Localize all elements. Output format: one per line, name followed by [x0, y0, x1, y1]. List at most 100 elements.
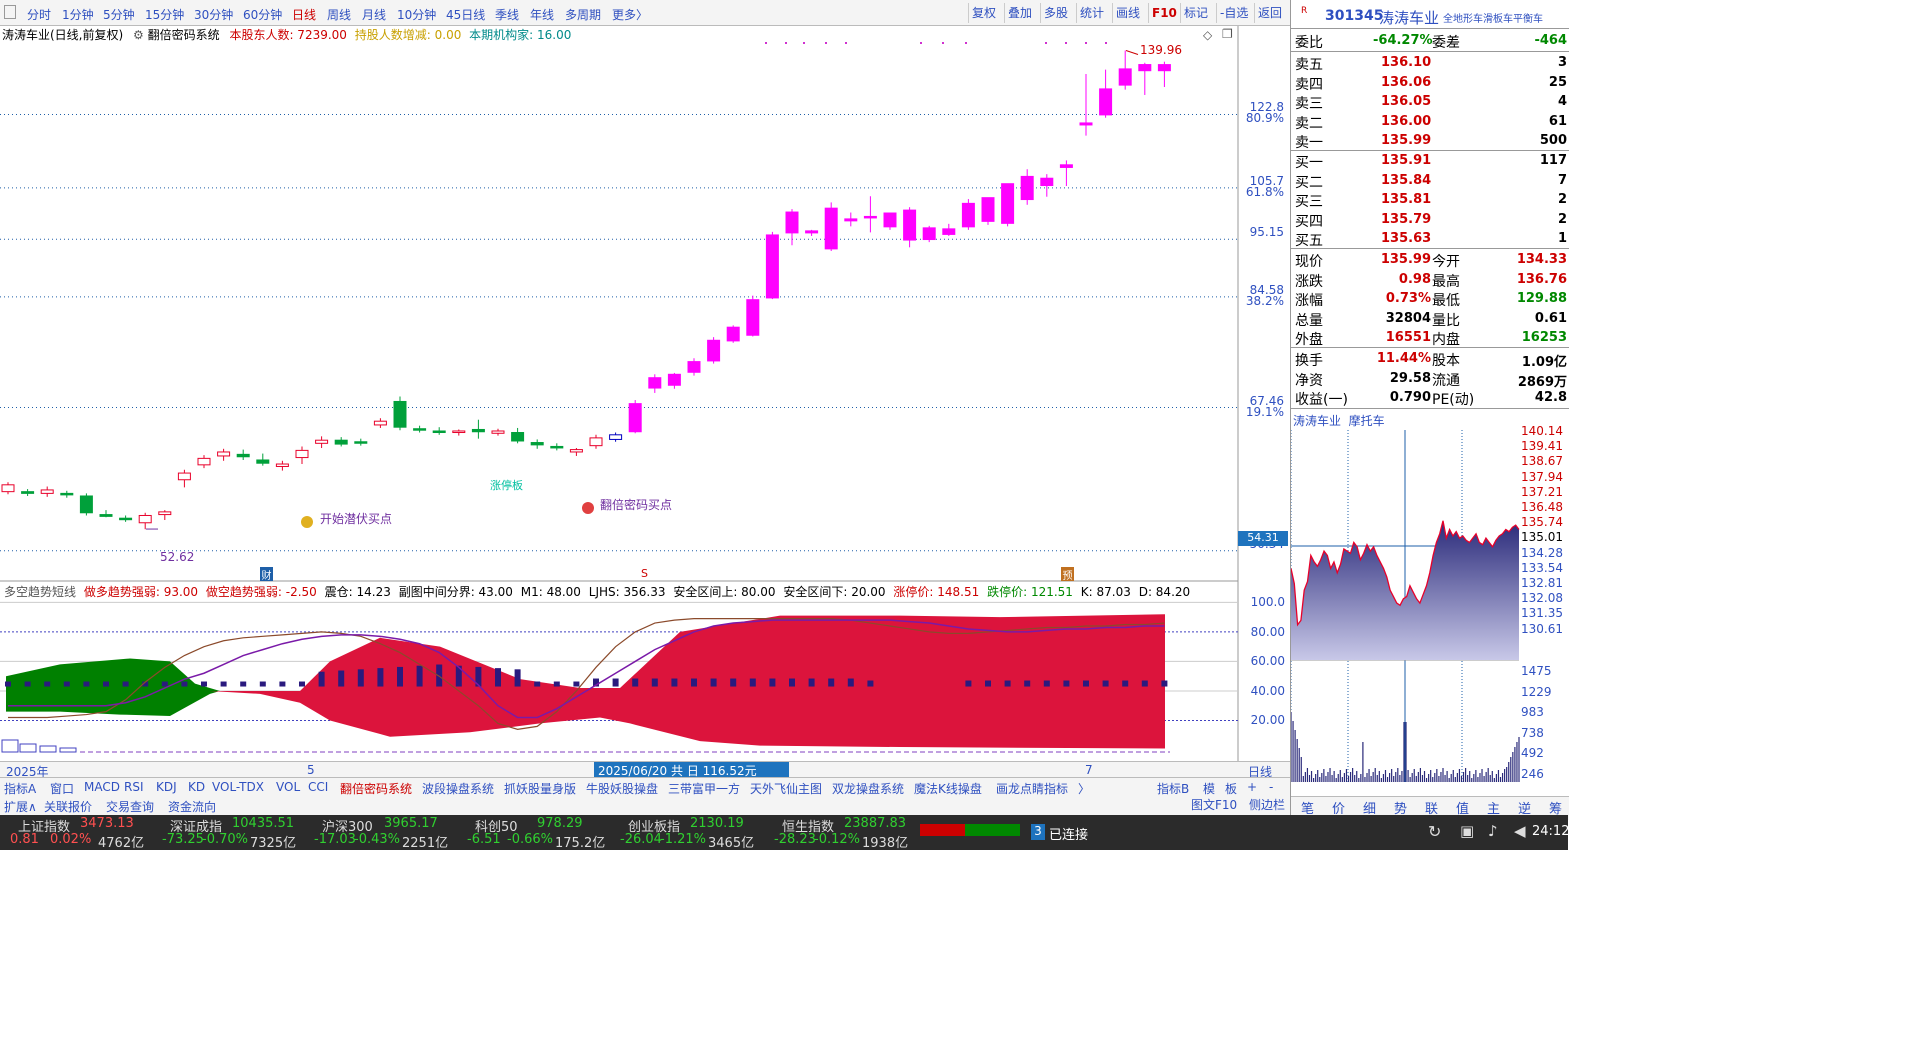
- tab-indicator-19[interactable]: 指标B: [1157, 780, 1189, 797]
- tab-indicator-16[interactable]: 魔法K线操盘: [914, 780, 982, 797]
- buy-row-1[interactable]: 买一 135.91 117: [1291, 151, 1569, 171]
- tab-indicator-1[interactable]: 窗口: [50, 780, 74, 797]
- tab-fund-flow[interactable]: 资金流向: [168, 798, 216, 815]
- candle-body[interactable]: [903, 209, 917, 241]
- candle-body[interactable]: [373, 420, 387, 426]
- candle-body[interactable]: [1157, 64, 1171, 72]
- tab-trade-query[interactable]: 交易查询: [106, 798, 154, 815]
- period-60min[interactable]: 60分钟: [243, 6, 282, 23]
- candle-body[interactable]: [667, 373, 681, 386]
- overlay-button[interactable]: 叠加: [1004, 3, 1035, 23]
- tab-sidebar[interactable]: 侧边栏: [1249, 796, 1285, 813]
- candle-body[interactable]: [530, 442, 544, 446]
- chart-area[interactable]: 涛涛车业(日线,前复权) ⚙ 翻倍密码系统 本股东人数: 7239.00 持股人…: [0, 26, 1290, 779]
- tab-indicator-21[interactable]: 板: [1225, 780, 1237, 797]
- candle-body[interactable]: [648, 377, 662, 389]
- candle-body[interactable]: [236, 453, 250, 458]
- candle-body[interactable]: [883, 212, 897, 228]
- candle-body[interactable]: [981, 197, 995, 222]
- candle-body[interactable]: [413, 428, 427, 431]
- tab-indicator-2[interactable]: MACD: [84, 780, 120, 794]
- candle-body[interactable]: [746, 299, 760, 336]
- sell-row-2[interactable]: 卖二 136.00 61: [1291, 112, 1569, 132]
- candle-body[interactable]: [60, 492, 74, 496]
- menu-icon[interactable]: [4, 5, 16, 19]
- buy-row-4[interactable]: 买四 135.79 2: [1291, 210, 1569, 230]
- candle-body[interactable]: [1059, 164, 1073, 168]
- refresh-icon[interactable]: ↻: [1428, 822, 1441, 841]
- tab-indicator-4[interactable]: KDJ: [156, 780, 177, 794]
- candle-body[interactable]: [726, 326, 740, 342]
- diamond-icon[interactable]: ◇: [1203, 28, 1212, 42]
- speaker-icon[interactable]: ◀: [1514, 822, 1526, 840]
- candle-body[interactable]: [295, 449, 309, 459]
- tab-indicator-22[interactable]: +: [1247, 780, 1257, 794]
- candle-body[interactable]: [315, 439, 329, 444]
- candle-body[interactable]: [707, 339, 721, 362]
- mark-button[interactable]: 标记: [1180, 3, 1211, 23]
- candle-body[interactable]: [844, 218, 858, 222]
- candle-body[interactable]: [354, 441, 368, 444]
- sell-row-3[interactable]: 卖三 136.05 4: [1291, 92, 1569, 112]
- f10-button[interactable]: F10: [1148, 3, 1180, 23]
- period-year[interactable]: 年线: [530, 6, 554, 23]
- candle-body[interactable]: [158, 511, 172, 516]
- stats-button[interactable]: 统计: [1076, 3, 1107, 23]
- bell-icon[interactable]: ♪: [1488, 822, 1498, 840]
- s-marker[interactable]: S: [641, 567, 648, 580]
- tab-indicator-12[interactable]: 牛股妖股操盘: [586, 780, 658, 797]
- period-week[interactable]: 周线: [327, 6, 351, 23]
- restore-icon[interactable]: ❐: [1222, 27, 1233, 41]
- tab-indicator-13[interactable]: 三带富甲一方: [668, 780, 740, 797]
- candle-body[interactable]: [687, 361, 701, 373]
- tab-indicator-10[interactable]: 波段操盘系统: [422, 780, 494, 797]
- candle-body[interactable]: [824, 207, 838, 250]
- finance-marker[interactable]: 财: [260, 567, 273, 582]
- candle-body[interactable]: [1099, 88, 1113, 116]
- period-more[interactable]: 更多〉: [612, 6, 648, 23]
- candle-body[interactable]: [1, 484, 15, 493]
- candle-body[interactable]: [511, 432, 525, 442]
- candle-body[interactable]: [589, 437, 603, 447]
- candle-body[interactable]: [863, 215, 877, 219]
- candle-body[interactable]: [942, 228, 956, 235]
- sell-row-1[interactable]: 卖一 135.99 500: [1291, 131, 1569, 151]
- date-bar[interactable]: 2025年 5 2025/06/20 共 日 116.52元 7 日线: [0, 761, 1290, 779]
- candle-body[interactable]: [99, 514, 113, 517]
- candle-body[interactable]: [785, 211, 799, 234]
- tab-indicator-20[interactable]: 模: [1203, 780, 1215, 797]
- tab-indicator-17[interactable]: 画龙点睛指标: [996, 780, 1068, 797]
- period-10min[interactable]: 10分钟: [397, 6, 436, 23]
- period-45day[interactable]: 45日线: [446, 6, 485, 23]
- candle-body[interactable]: [550, 445, 564, 449]
- candle-body[interactable]: [569, 449, 583, 453]
- candle-body[interactable]: [177, 472, 191, 481]
- candle-body[interactable]: [197, 457, 211, 466]
- period-1min[interactable]: 1分钟: [62, 6, 94, 23]
- kline-svg[interactable]: [0, 26, 1290, 761]
- sell-row-5[interactable]: 卖五 136.10 3: [1291, 53, 1569, 73]
- period-15min[interactable]: 15分钟: [145, 6, 184, 23]
- tab-indicator-5[interactable]: KD: [188, 780, 205, 794]
- candle-body[interactable]: [1138, 64, 1152, 72]
- candle-body[interactable]: [491, 430, 505, 434]
- buy-row-3[interactable]: 买三 135.81 2: [1291, 190, 1569, 210]
- period-30min[interactable]: 30分钟: [194, 6, 233, 23]
- back-button[interactable]: 返回: [1254, 3, 1285, 23]
- candle-body[interactable]: [1079, 122, 1093, 126]
- tab-indicator-18[interactable]: 〉: [1078, 780, 1090, 797]
- candle-body[interactable]: [805, 230, 819, 234]
- tab-indicator-6[interactable]: VOL-TDX: [212, 780, 264, 794]
- candle-body[interactable]: [1020, 175, 1034, 201]
- candle-body[interactable]: [471, 428, 485, 433]
- forecast-marker[interactable]: 预: [1061, 567, 1074, 582]
- draw-button[interactable]: 画线: [1112, 3, 1143, 23]
- stock-sector-tag[interactable]: 全地形车滑板车平衡车: [1443, 10, 1543, 25]
- candle-body[interactable]: [393, 400, 407, 428]
- candle-body[interactable]: [432, 430, 446, 434]
- period-day[interactable]: 日线: [292, 6, 316, 23]
- candle-body[interactable]: [217, 451, 231, 457]
- tab-related-quotes[interactable]: 关联报价: [44, 798, 92, 815]
- period-multi[interactable]: 多周期: [565, 6, 601, 23]
- candle-body[interactable]: [1001, 183, 1015, 224]
